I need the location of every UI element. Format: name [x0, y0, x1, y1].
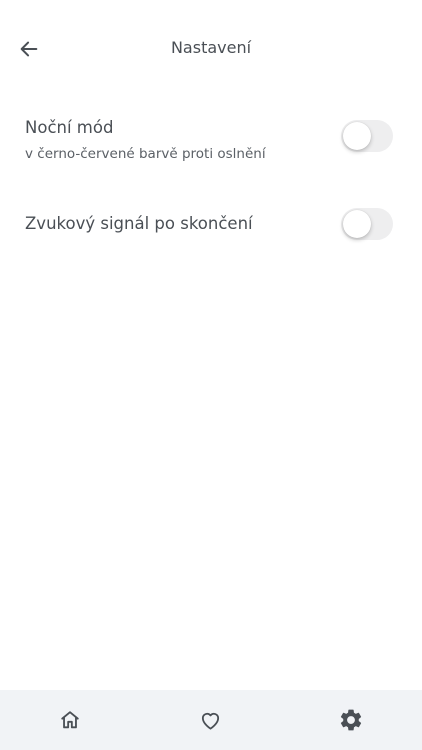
setting-description: v černo-červené barvě proti oslnění: [25, 146, 266, 162]
nav-settings-button[interactable]: [335, 704, 367, 736]
setting-label: Noční mód: [25, 118, 114, 137]
home-icon: [61, 711, 79, 729]
gear-icon: [340, 709, 362, 731]
toggle-knob: [343, 210, 371, 238]
page-title: Nastavení: [170, 38, 252, 57]
app-header: Nastavení: [0, 0, 422, 98]
setting-label: Zvukový signál po skončení: [25, 214, 253, 233]
nav-favorites-button[interactable]: [194, 704, 226, 736]
setting-sound-signal: Zvukový signál po skončení: [0, 206, 422, 246]
nav-home-button[interactable]: [54, 704, 86, 736]
sound-signal-toggle[interactable]: [341, 208, 393, 240]
bottom-navigation: [0, 690, 422, 750]
toggle-knob: [343, 122, 371, 150]
night-mode-toggle[interactable]: [341, 120, 393, 152]
heart-icon: [201, 712, 219, 730]
setting-night-mode: Noční mód v černo-červené barvě proti os…: [0, 116, 422, 172]
